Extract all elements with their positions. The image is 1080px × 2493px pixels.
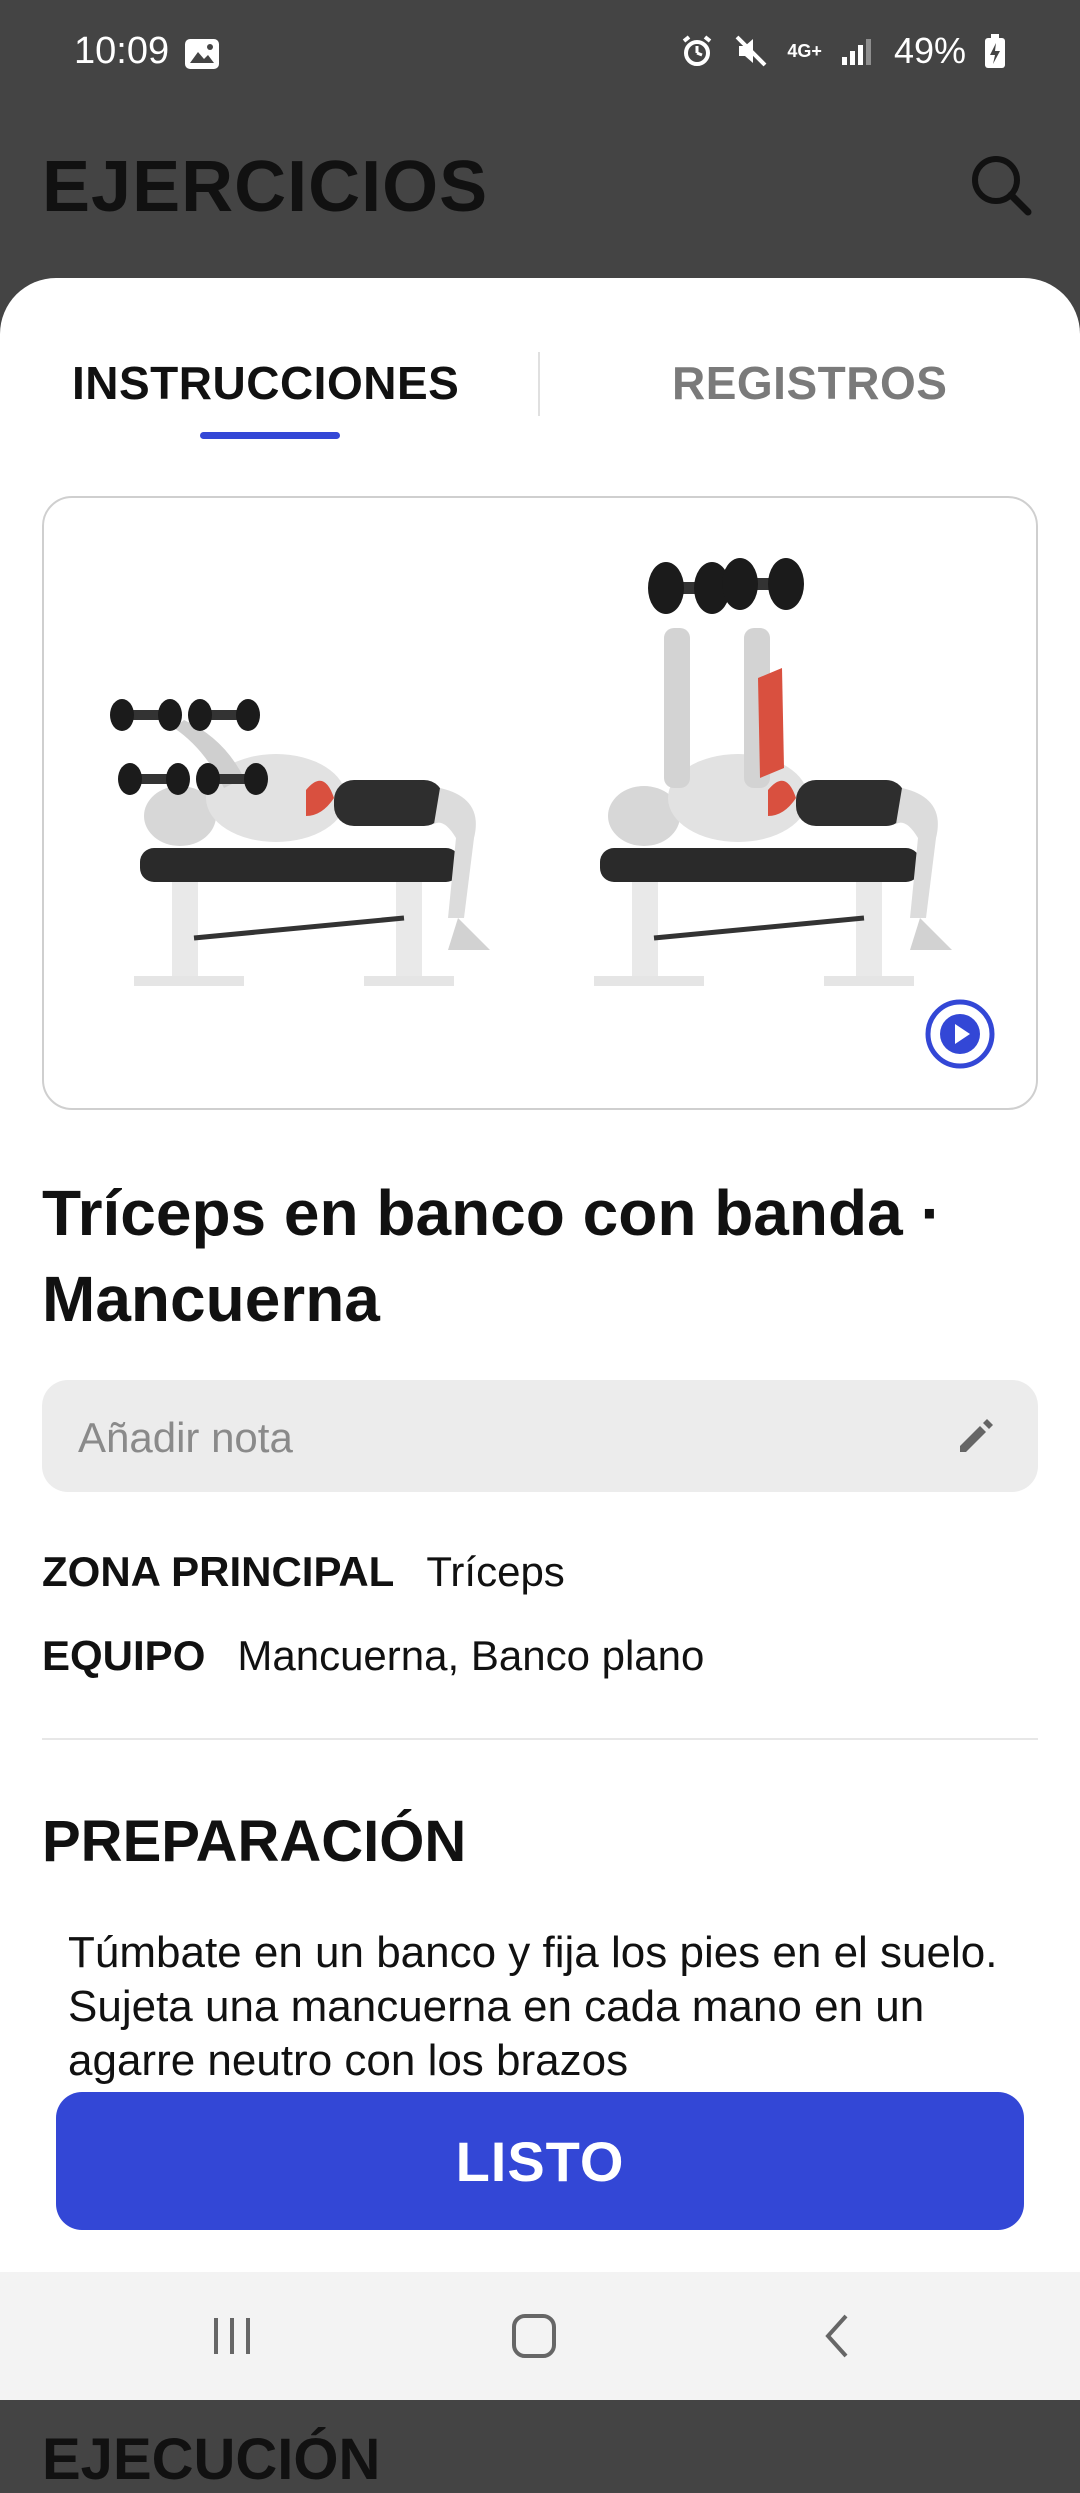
system-nav-bar — [0, 2272, 1080, 2400]
bench-left — [134, 848, 460, 986]
network-label: 4G+ — [787, 40, 822, 61]
athlete-right — [608, 628, 952, 950]
tab-divider — [538, 352, 540, 416]
status-bar: 10:09 4G+ 49% — [0, 0, 1080, 110]
play-button[interactable] — [924, 998, 996, 1070]
play-icon — [925, 999, 995, 1069]
tab-instrucciones[interactable]: INSTRUCCIONES — [72, 356, 459, 410]
dumbbells-right — [648, 558, 804, 614]
back-icon[interactable] — [806, 2304, 870, 2368]
divider — [42, 1738, 1038, 1740]
battery-icon — [984, 33, 1006, 69]
alarm-icon — [679, 33, 715, 69]
note-field[interactable]: Añadir nota — [42, 1380, 1038, 1492]
battery-percent: 49% — [893, 30, 966, 71]
tab-registros[interactable]: REGISTROS — [672, 356, 947, 410]
active-tab-indicator — [200, 432, 340, 439]
bench-right — [594, 848, 920, 986]
note-placeholder: Añadir nota — [78, 1414, 293, 1461]
preparacion-text: Túmbate en un banco y fija los pies en e… — [68, 1928, 998, 2085]
tab-bar: INSTRUCCIONES REGISTROS — [0, 278, 1080, 448]
listo-button[interactable]: LISTO — [56, 2092, 1024, 2230]
status-right: 4G+ 49% — [679, 30, 1006, 72]
exercise-name: Tríceps en banco con banda · Mancuerna — [42, 1177, 942, 1335]
preparacion-title: PREPARACIÓN — [42, 1809, 467, 1874]
zona-principal-row: ZONA PRINCIPAL Tríceps — [42, 1548, 565, 1596]
search-icon — [972, 156, 1032, 216]
exercise-illustration — [110, 558, 952, 986]
exercise-media[interactable] — [42, 496, 1038, 1110]
equipo-label: EQUIPO — [42, 1632, 206, 1679]
page-title: EJERCICIOS — [42, 147, 489, 227]
recent-apps-icon[interactable] — [200, 2304, 264, 2368]
equipo-row: EQUIPO Mancuerna, Banco plano — [42, 1632, 704, 1680]
app-header: EJERCICIOS — [0, 110, 1080, 280]
home-icon[interactable] — [502, 2304, 566, 2368]
search-button[interactable] — [966, 150, 1036, 220]
zona-value: Tríceps — [426, 1548, 565, 1595]
zona-label: ZONA PRINCIPAL — [42, 1548, 395, 1595]
content-sheet: INSTRUCCIONES REGISTROS Tríceps en banco… — [0, 278, 1080, 2492]
dumbbells-left — [110, 699, 268, 795]
ejecucion-title: EJECUCIÓN — [42, 2427, 381, 2492]
gallery-icon — [184, 38, 220, 75]
equipo-value: Mancuerna, Banco plano — [237, 1632, 705, 1679]
mute-icon — [733, 33, 769, 69]
pencil-icon[interactable] — [954, 1414, 998, 1458]
signal-icon — [840, 35, 876, 67]
status-time: 10:09 — [74, 30, 170, 72]
